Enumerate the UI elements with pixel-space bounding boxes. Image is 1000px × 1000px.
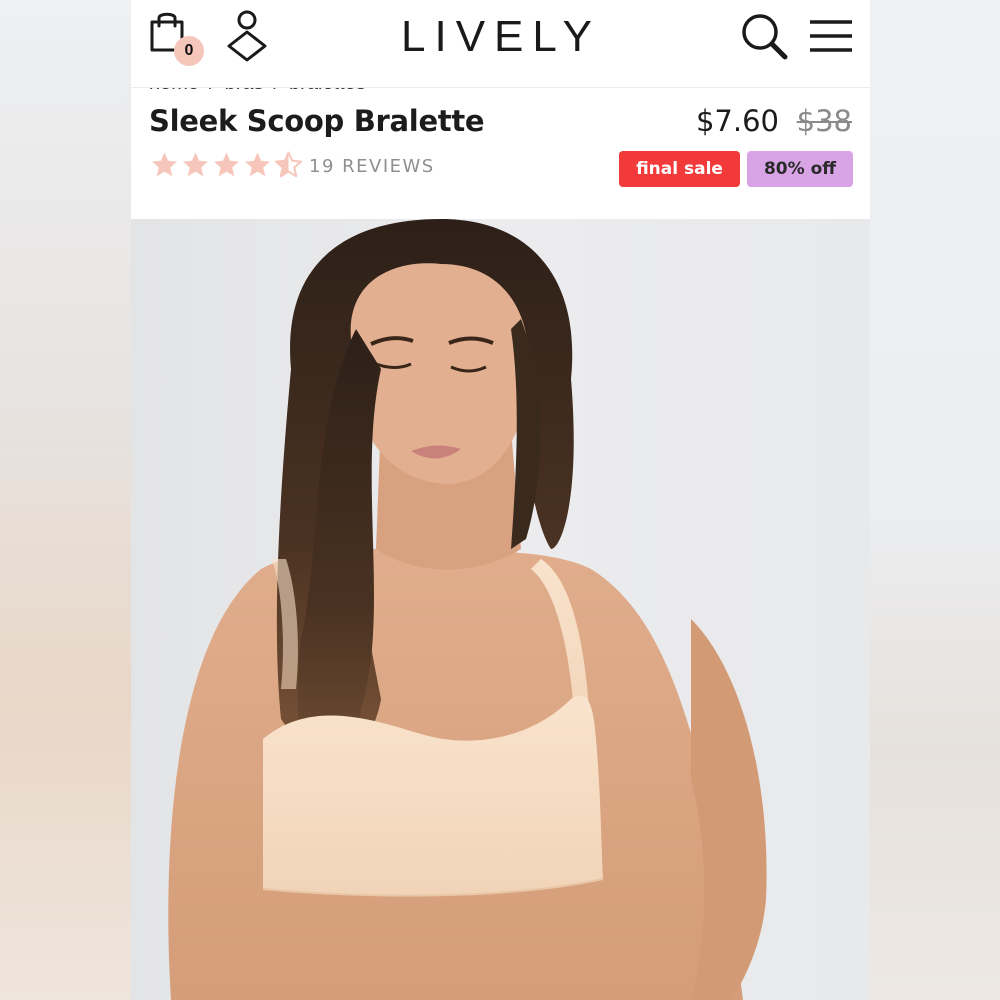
product-photo-illustration [131,219,870,1000]
menu-button[interactable] [807,16,855,56]
original-price: $38 [796,104,852,138]
discount-badge: 80% off [747,151,853,187]
reviews-link[interactable]: 19 REVIEWS [309,156,435,177]
star-full-icon [214,152,239,177]
menu-icon [810,20,852,52]
star-half-icon [275,151,302,178]
star-full-icon [245,152,270,177]
site-logo[interactable]: LIVELY [361,12,641,61]
sale-price: $7.60 [695,104,779,138]
final-sale-badge: final sale [619,151,740,187]
cart-count-badge: 0 [174,36,204,66]
cart-button[interactable]: 0 [148,10,204,66]
product-title: Sleek Scoop Bralette [149,104,485,138]
search-icon [742,14,788,60]
site-header: 0 LIVELY [131,0,870,88]
background-blur-right [870,0,1000,1000]
product-page: home/bras/bralettes 0 LIVELY [131,0,870,1000]
product-photo[interactable] [131,219,870,1000]
search-button[interactable] [740,12,790,62]
star-full-icon [183,152,208,177]
account-icon [227,10,267,62]
background-blur-left [0,0,131,1000]
star-full-icon [152,152,177,177]
account-button[interactable] [226,8,268,64]
rating-stars[interactable] [149,150,304,180]
